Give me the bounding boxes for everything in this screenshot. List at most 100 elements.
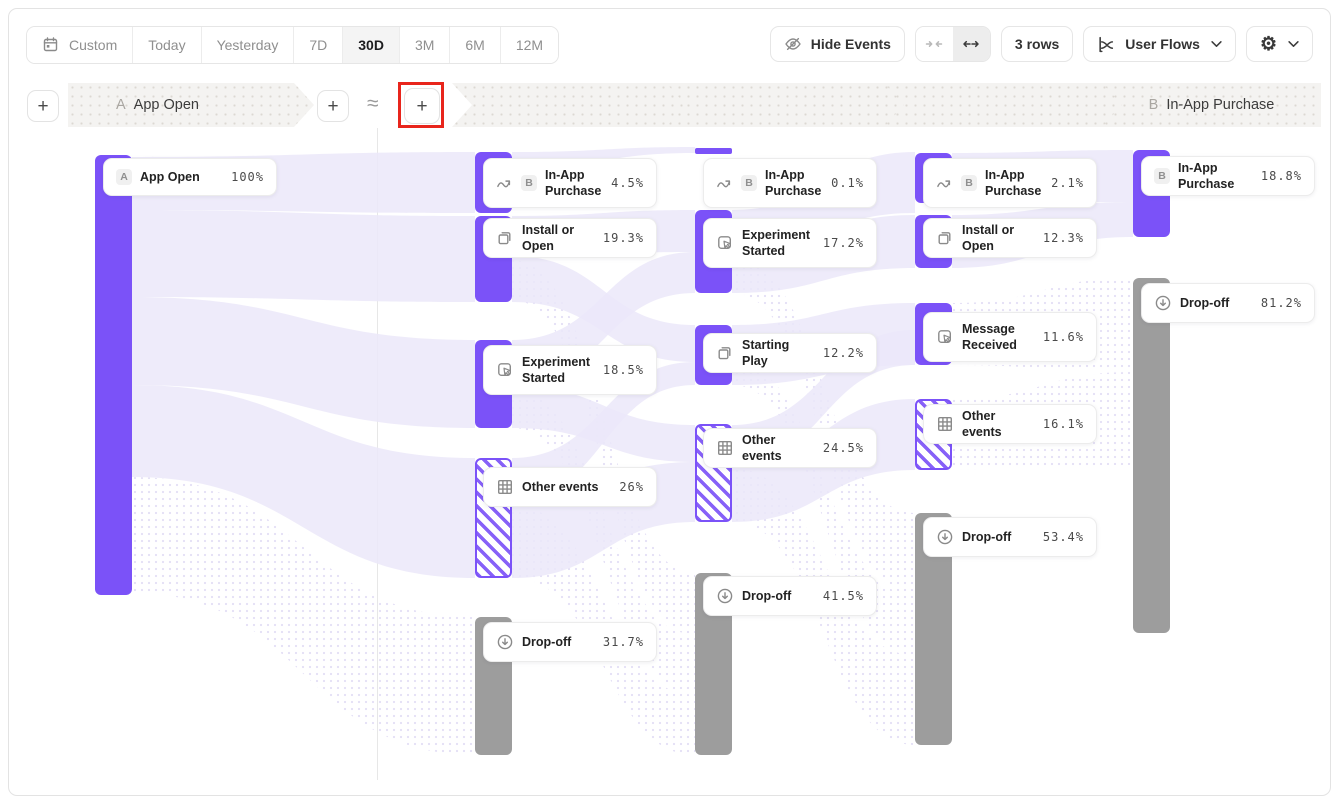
node-label: Experiment Started <box>522 354 595 387</box>
node-badge: B <box>961 175 977 191</box>
settings-dropdown[interactable]: ⚙ <box>1246 26 1313 62</box>
flow-node-bar[interactable] <box>695 148 732 154</box>
toolbar-right: Hide Events 3 rows User Flows ⚙ <box>770 26 1313 62</box>
date-range-yesterday[interactable]: Yesterday <box>202 27 295 63</box>
flow-node-card[interactable]: Install or Open 19.3% <box>483 218 657 258</box>
node-label: Message Received <box>962 321 1035 354</box>
date-range-custom[interactable]: Custom <box>27 27 133 63</box>
step-label: App Open <box>134 97 199 113</box>
flow-chart-icon <box>1097 35 1116 54</box>
node-label: Other events <box>962 408 1035 441</box>
user-flows-page: Custom Today Yesterday7D30D 3M 6M12M Hide Ev… <box>0 0 1339 804</box>
date-range-3m[interactable]: 3M <box>400 27 450 63</box>
chevron-down-icon <box>1211 40 1222 48</box>
node-label: Install or Open <box>962 222 1035 255</box>
date-range-today[interactable]: Today <box>133 27 201 63</box>
rows-button[interactable]: 3 rows <box>1001 26 1073 62</box>
node-badge: A <box>116 169 132 185</box>
node-value: 4.5% <box>611 176 644 190</box>
flow-node-card[interactable]: Other events24.5% <box>703 428 877 468</box>
flow-node-card[interactable]: Install or Open 12.3% <box>923 218 1097 258</box>
dropoff-icon <box>936 528 954 546</box>
flow-node-card[interactable]: Other events 16.1% <box>923 404 1097 444</box>
trend-icon <box>496 175 513 192</box>
step-header-expanded-1[interactable] <box>452 83 692 127</box>
flow-node-card[interactable]: Starting Play12.2% <box>703 333 877 373</box>
node-label: Install or Open <box>522 222 595 255</box>
flow-node-card[interactable]: Drop-off 81.2% <box>1141 283 1315 323</box>
node-label: Drop-off <box>1180 295 1253 311</box>
flow-node-card[interactable]: Drop-off41.5% <box>703 576 877 616</box>
node-value: 0.1% <box>831 176 864 190</box>
date-range-30d[interactable]: 30D <box>343 27 400 63</box>
node-label: In-App Purchase <box>1178 160 1253 193</box>
expand-icon <box>962 35 980 53</box>
node-badge: B <box>1154 168 1170 184</box>
flow-node-card[interactable]: B In-App Purchase 18.8% <box>1141 156 1315 196</box>
add-step-before-button[interactable]: + <box>27 90 59 122</box>
step-header-start[interactable]: A App Open <box>68 83 314 127</box>
flow-node-card[interactable]: Experiment Started 18.5% <box>483 345 657 395</box>
node-value: 81.2% <box>1261 296 1302 310</box>
dropoff-icon <box>496 633 514 651</box>
click-annotation-highlight <box>398 82 444 128</box>
node-label: Other events <box>522 479 611 495</box>
date-range-label: Custom <box>69 37 117 53</box>
node-label: App Open <box>140 169 223 185</box>
collapse-columns-button[interactable] <box>916 27 953 61</box>
date-range-6m[interactable]: 6M <box>450 27 500 63</box>
date-range-12m[interactable]: 12M <box>501 27 558 63</box>
node-value: 31.7% <box>603 635 644 649</box>
step-header-expanded-2[interactable] <box>666 83 910 127</box>
step-letter: B <box>1149 97 1159 113</box>
hide-events-button[interactable]: Hide Events <box>770 26 905 62</box>
calendar-icon <box>42 36 60 54</box>
chart-type-dropdown[interactable]: User Flows <box>1083 26 1236 62</box>
collapse-expand-toggle <box>915 26 991 62</box>
node-value: 2.1% <box>1051 176 1084 190</box>
node-label: Drop-off <box>742 588 815 604</box>
dropoff-icon <box>1154 294 1172 312</box>
click-icon <box>716 234 734 252</box>
flow-node-card[interactable]: Other events 26% <box>483 467 657 507</box>
node-value: 26% <box>619 480 644 494</box>
flow-node-card[interactable]: Drop-off 31.7% <box>483 622 657 662</box>
node-label: Drop-off <box>522 634 595 650</box>
node-value: 12.3% <box>1043 231 1084 245</box>
expand-columns-button[interactable] <box>953 27 990 61</box>
node-value: 100% <box>231 170 264 184</box>
node-label: In-App Purchase <box>985 167 1043 200</box>
node-badge: B <box>741 175 757 191</box>
flow-node-card[interactable]: Drop-off53.4% <box>923 517 1097 557</box>
node-value: 18.5% <box>603 363 644 377</box>
grid-icon <box>936 415 954 433</box>
flow-node-bar[interactable] <box>95 155 132 595</box>
chart-type-label: User Flows <box>1125 36 1200 52</box>
flow-node-card[interactable]: Experiment Started17.2% <box>703 218 877 268</box>
grid-icon <box>496 478 514 496</box>
flow-node-bar[interactable] <box>1133 278 1170 633</box>
flow-node-card[interactable]: B In-App Purchase 2.1% <box>923 158 1097 208</box>
node-label: In-App Purchase <box>545 167 603 200</box>
node-value: 18.8% <box>1261 169 1302 183</box>
node-value: 12.2% <box>823 346 864 360</box>
approx-symbol: ≈ <box>367 92 379 116</box>
date-range-7d[interactable]: 7D <box>294 27 343 63</box>
column-divider <box>377 128 378 780</box>
step-header-expanded-3[interactable] <box>884 83 1128 127</box>
flow-node-card[interactable]: Message Received11.6% <box>923 312 1097 362</box>
add-step-middle-button[interactable]: + <box>317 90 349 122</box>
date-range-label: 3M <box>415 37 434 53</box>
node-value: 16.1% <box>1043 417 1084 431</box>
node-label: In-App Purchase <box>765 167 823 200</box>
step-header-end[interactable]: B In-App Purchase <box>1102 83 1321 127</box>
date-range-label: Today <box>148 37 185 53</box>
flow-node-card[interactable]: BIn-App Purchase4.5% <box>483 158 657 208</box>
click-icon <box>936 328 954 346</box>
node-value: 19.3% <box>603 231 644 245</box>
flow-node-card[interactable]: A App Open 100% <box>103 158 277 196</box>
copy-icon <box>716 344 734 362</box>
trend-icon <box>716 175 733 192</box>
step-label: In-App Purchase <box>1166 97 1274 113</box>
flow-node-card[interactable]: B In-App Purchase 0.1% <box>703 158 877 208</box>
